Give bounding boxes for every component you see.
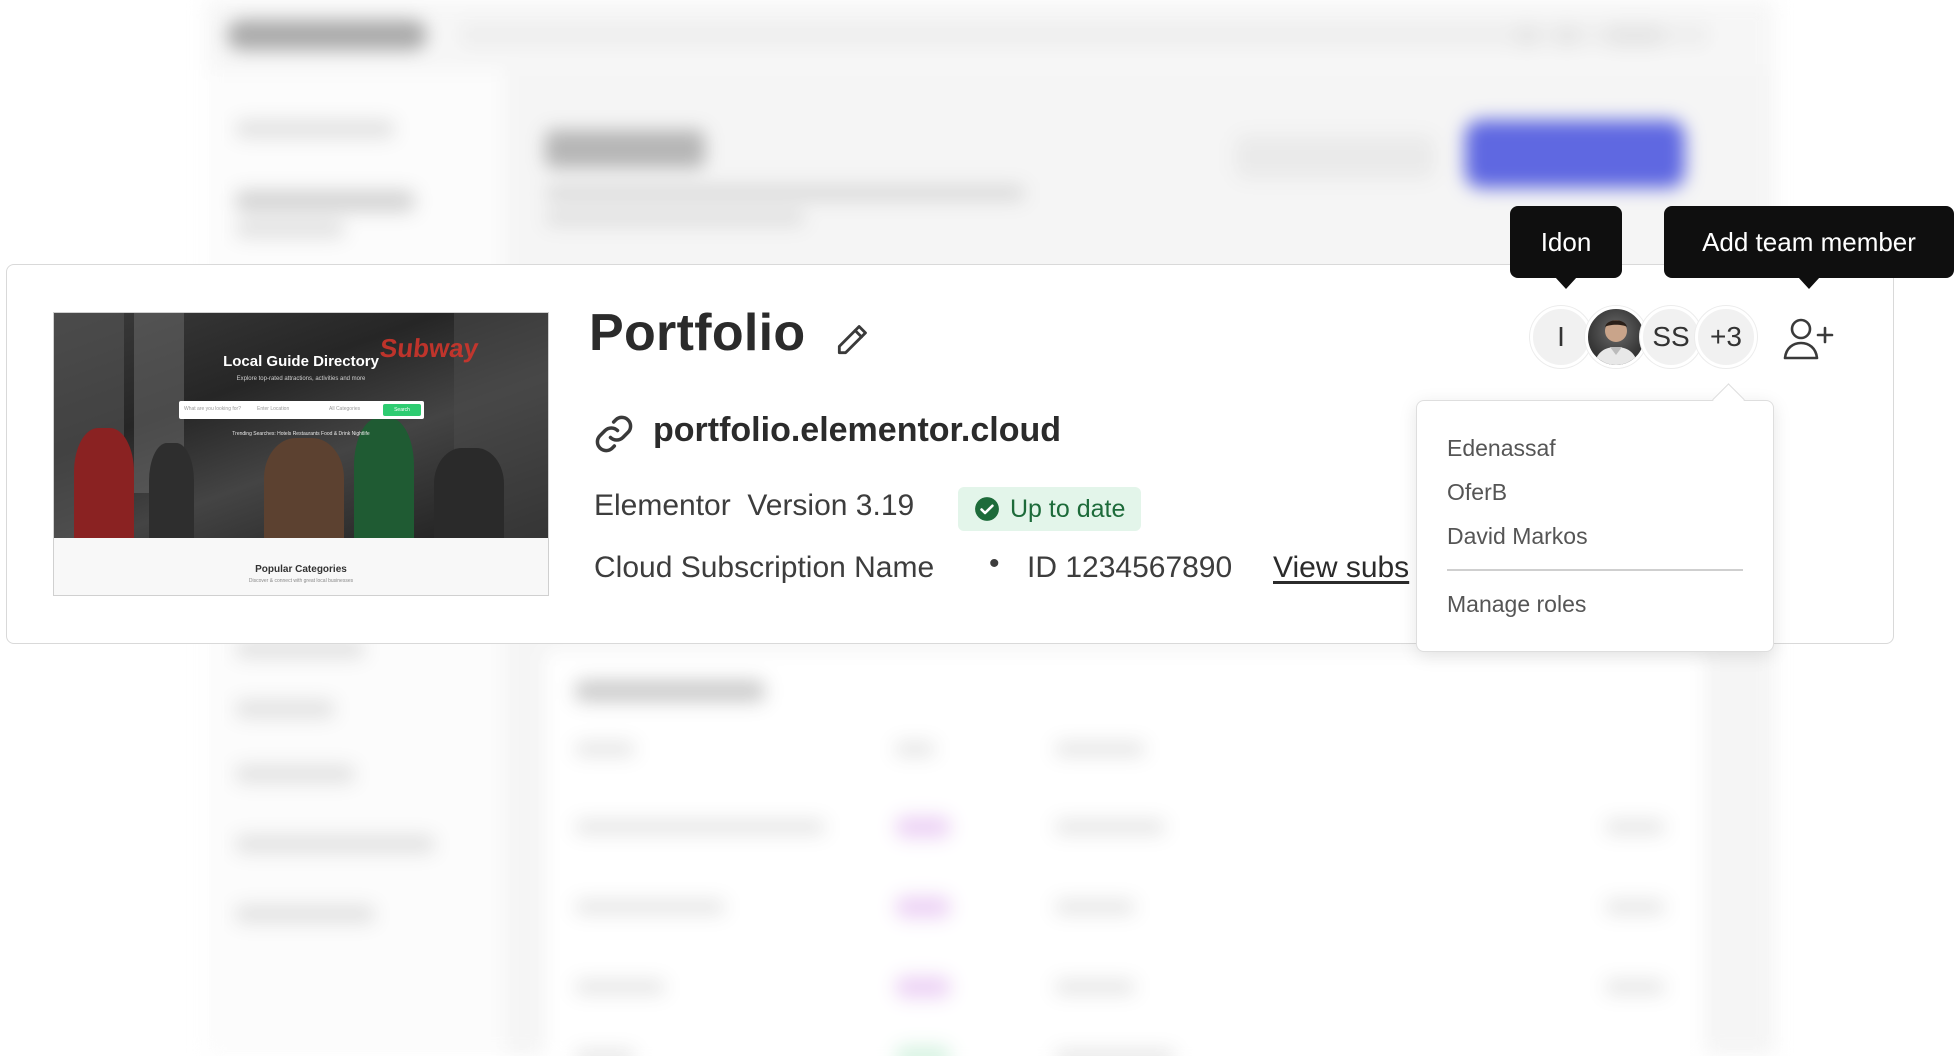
thumbnail-location-placeholder: Enter Location (257, 406, 290, 412)
thumbnail-title: Local Guide Directory (223, 353, 379, 370)
background-table-pill (895, 976, 951, 998)
background-primary-button (1465, 120, 1685, 188)
status-badge-label: Up to date (1010, 494, 1126, 523)
person-photo-icon (1594, 320, 1638, 365)
site-thumbnail[interactable]: Subway Local Guide Directory Explore top… (53, 312, 549, 596)
dropdown-member-item[interactable]: David Markos (1447, 523, 1588, 550)
background-table-pill (895, 896, 951, 918)
background-table-header (895, 742, 935, 756)
dropdown-member-item[interactable]: OferB (1447, 479, 1507, 506)
background-topbar-icon (1515, 24, 1539, 48)
background-sidebar-item (235, 190, 415, 212)
background-table-cell (575, 980, 665, 994)
thumbnail-search-bar: What are you looking for? Enter Location… (179, 401, 424, 419)
background-table-cell (1605, 820, 1665, 834)
background-sidebar-item (235, 220, 345, 238)
background-table-cell (1055, 900, 1135, 914)
thumbnail-tags: Trending Searches: Hotels Restaurants Fo… (232, 431, 370, 437)
background-sidebar-item (235, 835, 435, 853)
thumbnail-popular-title: Popular Categories (255, 564, 347, 575)
manage-roles-button[interactable]: Manage roles (1447, 591, 1586, 618)
add-user-icon[interactable] (1783, 316, 1835, 362)
background-sidebar-item (235, 905, 375, 923)
thumbnail-person (149, 443, 194, 538)
background-table-cell (575, 900, 725, 914)
background-table-pill (895, 1046, 951, 1056)
version-label: Version 3.19 (747, 489, 915, 522)
background-logo (227, 20, 427, 50)
background-heading (545, 130, 705, 168)
avatar-idon[interactable]: I (1530, 306, 1592, 368)
background-sidebar-item (235, 700, 335, 718)
background-topbar-icon (1555, 24, 1579, 48)
thumbnail-bottom-section: Popular Categories Discover & connect wi… (54, 538, 548, 595)
view-subscription-link[interactable]: View subs (1273, 551, 1409, 585)
dropdown-divider (1447, 569, 1743, 571)
elementor-version: Elementor Version 3.19 (594, 489, 914, 523)
thumbnail-popular-subtitle: Discover & connect with great local busi… (248, 578, 354, 584)
background-panel-title (575, 680, 765, 702)
background-table-header (575, 742, 635, 756)
background-table-cell (1605, 980, 1665, 994)
status-badge: Up to date (958, 487, 1142, 531)
members-dropdown: Edenassaf OferB David Markos Manage role… (1416, 400, 1774, 652)
background-table-cell (575, 820, 825, 834)
background-table-cell (1055, 820, 1165, 834)
background-panel (545, 650, 1705, 1056)
dropdown-member-item[interactable]: Edenassaf (1447, 435, 1556, 462)
site-url-link[interactable]: portfolio.elementor.cloud (653, 411, 1061, 450)
thumbnail-search-placeholder: What are you looking for? (184, 406, 241, 412)
background-sidebar-item (235, 120, 395, 138)
subscription-name: Cloud Subscription Name (594, 551, 935, 584)
add-member-tooltip: Add team member (1664, 206, 1954, 289)
avatar-more[interactable]: +3 (1695, 306, 1757, 368)
background-table-cell (1605, 900, 1665, 914)
thumbnail-hero-image: Subway Local Guide Directory Explore top… (54, 313, 548, 538)
thumbnail-person (264, 438, 344, 538)
check-circle-icon (975, 497, 999, 521)
thumbnail-person (74, 428, 134, 538)
site-title: Portfolio (589, 304, 806, 362)
product-name: Elementor (594, 489, 731, 522)
avatar-more-count: +3 (1710, 321, 1742, 352)
background-table-pill (895, 816, 951, 838)
background-secondary-button (1235, 135, 1435, 179)
avatar-ss[interactable]: SS (1640, 306, 1702, 368)
background-table-header (1055, 742, 1145, 756)
avatar-initials: SS (1652, 321, 1690, 352)
background-subtext (545, 210, 805, 226)
pencil-icon[interactable] (833, 321, 871, 359)
background-sidebar-item (235, 765, 355, 783)
background-table-cell (1055, 980, 1135, 994)
background-table-cell (1055, 1050, 1175, 1056)
member-tooltip: Idon (1510, 206, 1622, 289)
subscription-id: ID 1234567890 (1027, 551, 1233, 584)
background-topbar-button (1605, 24, 1665, 48)
separator-dot: • (989, 547, 1000, 580)
link-icon (595, 415, 633, 453)
thumbnail-subtitle: Explore top-rated attractions, activitie… (236, 376, 366, 382)
background-subtext (545, 185, 1025, 201)
thumbnail-search-button: Search (383, 404, 421, 416)
screen: Subway Local Guide Directory Explore top… (0, 0, 1958, 1056)
avatar-initials: I (1557, 321, 1565, 352)
background-topbar (205, 0, 1775, 70)
thumbnail-person (434, 448, 504, 538)
avatar-photo[interactable] (1585, 306, 1647, 368)
thumbnail-category-placeholder: All Categories (329, 406, 361, 412)
background-table-cell (575, 1050, 635, 1056)
